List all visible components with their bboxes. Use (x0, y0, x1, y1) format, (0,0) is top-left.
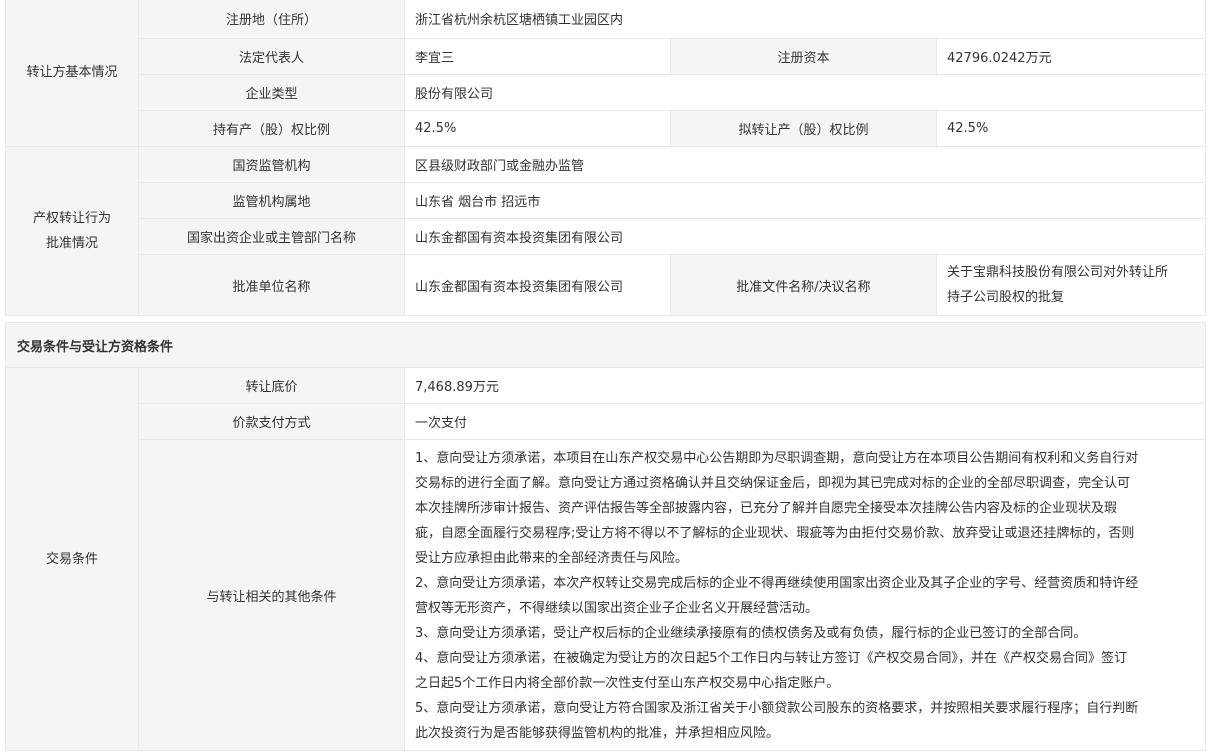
transferor-group-label: 转让方基本情况 (5, 0, 139, 147)
reg-capital-label: 注册资本 (670, 38, 937, 75)
investor-label: 国家出资企业或主管部门名称 (138, 218, 405, 255)
table-row: 交易条件与受让方资格条件 (4, 322, 1207, 368)
table-row: 转让方基本情况 注册地（住所） 浙江省杭州余杭区塘栖镇工业园区内 (5, 0, 1206, 147)
approval-group-label-line1: 产权转让行为 (32, 211, 111, 226)
table-row: 国家出资企业或主管部门名称 山东金都国有资本投资集团有限公司 (6, 218, 1206, 255)
transferor-info-table: 转让方基本情况 注册地（住所） 浙江省杭州余杭区塘栖镇工业园区内 法定代表人 李… (5, 0, 1206, 316)
supervisor-value: 区县级财政部门或金融办监管 (404, 146, 1206, 183)
section-title: 交易条件与受让方资格条件 (4, 322, 1207, 368)
base-price-value: 7,468.89万元 (403, 367, 1207, 404)
condition-line: 受让方应承担由此带来的全部经济责任与风险。 (415, 551, 689, 566)
company-type-value: 股份有限公司 (404, 74, 1206, 111)
condition-line: 3、意向受让方须承诺，受让产权后标的企业继续承接原有的债权债务及或有负债，履行标… (415, 626, 1087, 641)
condition-line: 1、意向受让方须承诺，本项目在山东产权交易中心公告期即为尽职调查期，意向受让方在… (415, 451, 1139, 466)
condition-line: 本次挂牌所涉审计报告、资产评估报告等全部披露内容，已充分了解并自愿完全接受本次挂… (415, 501, 1118, 516)
transfer-ratio-value: 42.5% (936, 110, 1206, 147)
transfer-ratio-label: 拟转让产（股）权比例 (670, 110, 937, 147)
other-conditions-value: 1、意向受让方须承诺，本项目在山东产权交易中心公告期即为尽职调查期，意向受让方在… (403, 439, 1207, 751)
payment-value: 一次支付 (403, 403, 1207, 440)
approval-doc-label: 批准文件名称/决议名称 (670, 254, 937, 316)
approval-group-label-line2: 批准情况 (45, 236, 98, 251)
reg-address-label: 注册地（住所） (138, 0, 405, 39)
table-row: 持有产（股）权比例 42.5% 拟转让产（股）权比例 42.5% (6, 110, 1206, 147)
table-row: 企业类型 股份有限公司 (6, 74, 1206, 111)
legal-rep-value: 李宜三 (404, 38, 671, 75)
condition-line: 之日起5个工作日内将全部价款一次性支付至山东产权交易中心指定账户。 (415, 676, 840, 691)
holding-ratio-value: 42.5% (404, 110, 671, 147)
table-row: 与转让相关的其他条件 1、意向受让方须承诺，本项目在山东产权交易中心公告期即为尽… (6, 439, 1207, 751)
approval-doc-line2: 持子公司股权的批复 (947, 290, 1065, 305)
company-type-label: 企业类型 (138, 74, 405, 111)
approver-label: 批准单位名称 (138, 254, 405, 316)
table-row: 法定代表人 李宜三 注册资本 42796.0242万元 (6, 38, 1206, 75)
legal-rep-label: 法定代表人 (138, 38, 405, 75)
holding-ratio-label: 持有产（股）权比例 (138, 110, 405, 147)
investor-value: 山东金都国有资本投资集团有限公司 (404, 218, 1206, 255)
supervisor-location-label: 监管机构属地 (138, 182, 405, 219)
approver-value: 山东金都国有资本投资集团有限公司 (404, 254, 671, 316)
table-row: 监管机构属地 山东省 烟台市 招远市 (6, 182, 1206, 219)
table-row: 价款支付方式 一次支付 (6, 403, 1207, 440)
approval-doc-value: 关于宝鼎科技股份有限公司对外转让所 持子公司股权的批复 (936, 254, 1206, 316)
supervisor-label: 国资监管机构 (138, 146, 405, 183)
condition-line: 5、意向受让方须承诺，意向受让方符合国家及浙江省关于小额贷款公司股东的资格要求，… (415, 701, 1139, 716)
table-row: 交易条件 转让底价 7,468.89万元 (5, 367, 1207, 751)
supervisor-location-value: 山东省 烟台市 招远市 (404, 182, 1206, 219)
payment-label: 价款支付方式 (138, 403, 405, 440)
approval-group-label: 产权转让行为 批准情况 (5, 146, 139, 316)
trade-conditions-table: 交易条件与受让方资格条件 交易条件 转让底价 7,468.89万元 价款支付方式… (4, 322, 1207, 751)
other-conditions-label: 与转让相关的其他条件 (138, 439, 405, 751)
condition-line: 疵，自愿全面履行交易程序;受让方将不得以不了解标的企业现状、瑕疵等为由拒付交易价… (415, 526, 1135, 541)
condition-line: 交易标的进行全面了解。意向受让方通过资格确认并且交纳保证金后，即视为其已完成对标… (415, 476, 1131, 491)
condition-line: 营权等无形资产，不得继续以国家出资企业子企业名义开展经营活动。 (415, 601, 819, 616)
condition-line: 此次投资行为是否能够获得监管机构的批准，并承担相应风险。 (415, 726, 780, 741)
condition-line: 4、意向受让方须承诺，在被确定为受让方的次日起5个工作日内与转让方签订《产权交易… (415, 651, 1128, 666)
table-row: 批准单位名称 山东金都国有资本投资集团有限公司 批准文件名称/决议名称 关于宝鼎… (6, 254, 1206, 316)
approval-doc-line1: 关于宝鼎科技股份有限公司对外转让所 (947, 265, 1169, 280)
trade-group-label: 交易条件 (5, 367, 139, 751)
reg-address-value: 浙江省杭州余杭区塘栖镇工业园区内 (404, 0, 1206, 39)
reg-capital-value: 42796.0242万元 (936, 38, 1206, 75)
table-row: 产权转让行为 批准情况 国资监管机构 区县级财政部门或金融办监管 (5, 146, 1206, 316)
condition-line: 2、意向受让方须承诺，本次产权转让交易完成后标的企业不得再继续使用国家出资企业及… (415, 576, 1139, 591)
base-price-label: 转让底价 (138, 367, 405, 404)
